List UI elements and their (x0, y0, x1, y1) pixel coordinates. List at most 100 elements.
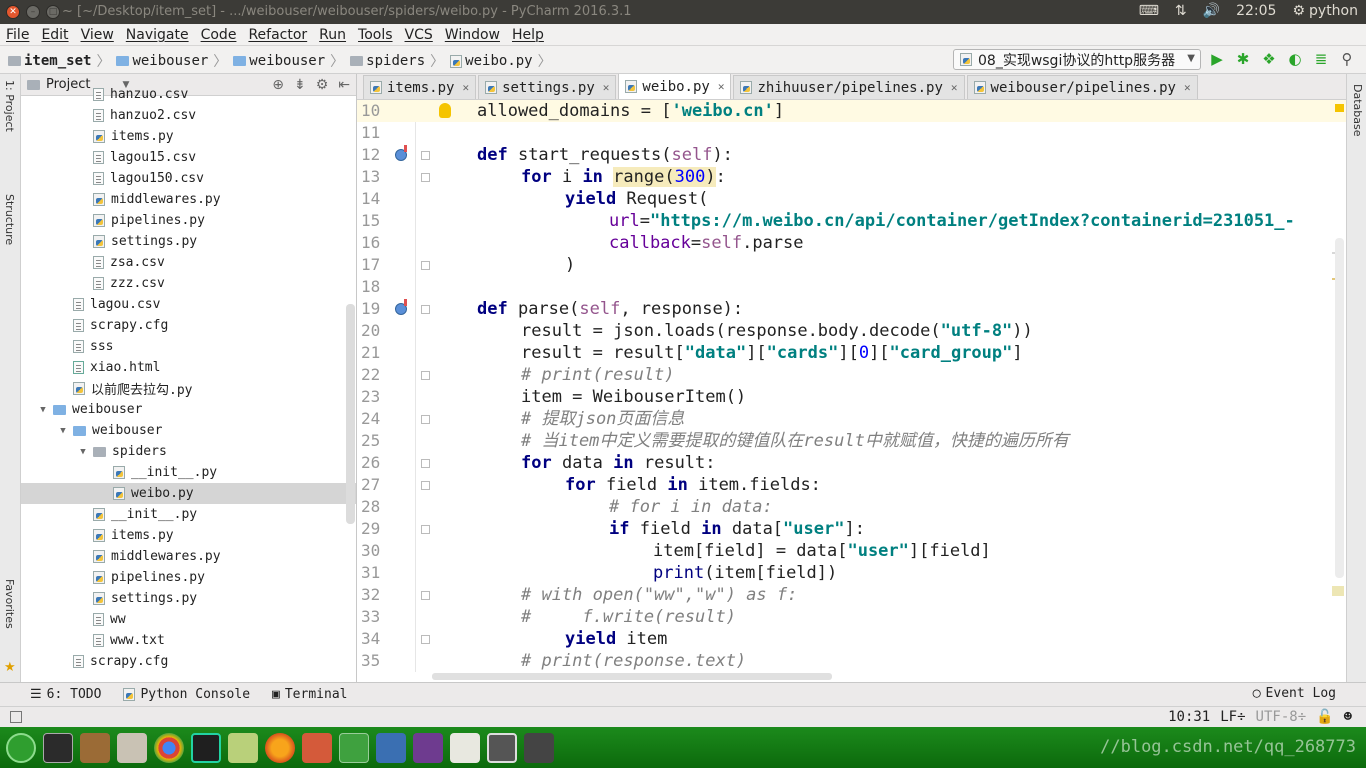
tree-item[interactable]: zsa.csv (21, 252, 356, 273)
tree-item[interactable]: __init__.py (21, 462, 356, 483)
menu-vcs[interactable]: VCS (405, 27, 433, 43)
pycharm-icon[interactable] (191, 732, 221, 763)
tree-item[interactable]: lagou15.csv (21, 147, 356, 168)
app-icon[interactable] (339, 732, 369, 763)
structure-tool-tab[interactable]: Structure (3, 194, 16, 245)
maximize-window-button[interactable]: □ (46, 5, 60, 19)
code-line[interactable]: 17) (357, 254, 1346, 276)
close-tab-icon[interactable]: ✕ (951, 81, 958, 94)
run-configuration-select[interactable]: 08_实现wsgi协议的http服务器 ▼ (953, 49, 1201, 70)
close-window-button[interactable]: ✕ (6, 5, 20, 19)
tree-item[interactable]: middlewares.py (21, 189, 356, 210)
tool-windows-toggle[interactable] (10, 711, 22, 723)
tree-item[interactable]: pipelines.py (21, 210, 356, 231)
app-icon[interactable] (413, 732, 443, 763)
code-line[interactable]: 30 item[field] = data["user"][field] (357, 540, 1346, 562)
intention-bulb-icon[interactable] (439, 103, 451, 118)
menu-code[interactable]: Code (201, 27, 237, 43)
tree-item[interactable]: ▼ weibouser (21, 420, 356, 441)
expand-toggle-icon[interactable]: ▼ (57, 426, 69, 436)
tree-item[interactable]: items.py (21, 126, 356, 147)
code-line[interactable]: 24 # 提取json页面信息 (357, 408, 1346, 430)
tree-item[interactable]: settings.py (21, 231, 356, 252)
warning-marker[interactable] (1335, 104, 1344, 112)
tree-item[interactable]: zzz.csv (21, 273, 356, 294)
editor-tab[interactable]: weibo.py ✕ (618, 74, 732, 99)
close-tab-icon[interactable]: ✕ (462, 81, 469, 94)
fold-marker-icon[interactable] (421, 635, 430, 644)
close-tab-icon[interactable]: ✕ (603, 81, 610, 94)
project-tool-tab[interactable]: 1: Project (3, 80, 16, 132)
run-icon[interactable]: ▶ (1208, 50, 1226, 68)
code-line[interactable]: 33 # f.write(result) (357, 606, 1346, 628)
fold-marker-icon[interactable] (421, 525, 430, 534)
event-log-button[interactable]: ◯ Event Log (1253, 686, 1336, 701)
tree-item[interactable]: items.py (21, 525, 356, 546)
minimize-window-button[interactable]: – (26, 5, 40, 19)
code-line[interactable]: 29 if field in data["user"]: (357, 518, 1346, 540)
menu-run[interactable]: Run (319, 27, 346, 43)
caret-position[interactable]: 10:31 (1168, 709, 1210, 725)
code-line[interactable]: 22 # print(result) (357, 364, 1346, 386)
session-name[interactable]: python (1309, 3, 1358, 19)
expand-toggle-icon[interactable]: ▼ (77, 447, 89, 457)
code-line[interactable]: 18 (357, 276, 1346, 298)
line-separator[interactable]: LF÷ (1220, 709, 1245, 725)
tree-item[interactable]: scrapy.cfg (21, 651, 356, 672)
text-editor-icon[interactable] (450, 732, 480, 763)
code-line[interactable]: 25 # 当item中定义需要提取的键值队在result中就赋值，快捷的遍历所有 (357, 430, 1346, 452)
code-line[interactable]: 15 url="https://m.weibo.cn/api/container/… (357, 210, 1346, 232)
fold-marker-icon[interactable] (421, 371, 430, 380)
file-encoding[interactable]: UTF-8÷ (1256, 709, 1307, 725)
tree-item[interactable]: 以前爬去拉勾.py (21, 378, 356, 399)
tree-item[interactable]: scrapy.cfg (21, 315, 356, 336)
fold-marker-icon[interactable] (421, 459, 430, 468)
system-menu-icon[interactable] (6, 732, 36, 763)
fold-marker-icon[interactable] (421, 305, 430, 314)
scroll-marker[interactable] (1332, 586, 1344, 596)
code-editor[interactable]: 10 allowed_domains = ['weibo.cn'] 11 12 def … (357, 100, 1346, 672)
tree-item[interactable]: ▼ spiders (21, 441, 356, 462)
tree-item[interactable]: settings.py (21, 588, 356, 609)
favorites-tool-tab[interactable]: Favorites (3, 579, 16, 629)
settings-gear-icon[interactable]: ⚙ (1292, 3, 1305, 19)
code-line[interactable]: 27 for field in item.fields: (357, 474, 1346, 496)
coverage-icon[interactable]: ❖ (1260, 50, 1278, 68)
tree-item[interactable]: hanzuo.csv (21, 84, 356, 105)
code-line[interactable]: 16 callback=self.parse (357, 232, 1346, 254)
fold-marker-icon[interactable] (421, 173, 430, 182)
code-line[interactable]: 21 result = result["data"]["cards"][0]["c… (357, 342, 1346, 364)
code-line[interactable]: 13 for i in range(300): (357, 166, 1346, 188)
file-manager-icon[interactable] (117, 732, 147, 763)
keyboard-icon[interactable]: ⌨ (1139, 3, 1159, 19)
python-console-button[interactable]: Python Console (123, 687, 250, 702)
app-icon[interactable] (228, 732, 258, 763)
project-scrollbar[interactable] (346, 304, 355, 524)
settings-app-icon[interactable] (302, 732, 332, 763)
tree-item[interactable]: middlewares.py (21, 546, 356, 567)
tree-item[interactable]: ▼ weibouser (21, 399, 356, 420)
override-method-icon[interactable] (395, 145, 407, 161)
menu-help[interactable]: Help (512, 27, 544, 43)
tree-item[interactable]: www.txt (21, 630, 356, 651)
search-icon[interactable]: ⚲ (1338, 50, 1356, 68)
tree-item[interactable]: lagou150.csv (21, 168, 356, 189)
tree-item[interactable]: weibo.py (21, 483, 356, 504)
clock[interactable]: 22:05 (1236, 3, 1276, 19)
code-line[interactable]: 31 print(item[field]) (357, 562, 1346, 584)
override-method-icon[interactable] (395, 299, 407, 315)
editor-vertical-scrollbar[interactable] (1335, 238, 1344, 578)
breadcrumb-item[interactable]: weibouser 〉 (116, 51, 231, 71)
inspector-icon[interactable]: ☻ (1344, 709, 1352, 725)
lock-icon[interactable]: 🔓 (1316, 709, 1333, 725)
code-line[interactable]: 11 (357, 122, 1346, 144)
editor-tab[interactable]: zhihuuser/pipelines.py ✕ (733, 75, 965, 99)
menu-refactor[interactable]: Refactor (248, 27, 307, 43)
database-tool-tab[interactable]: Database (1351, 84, 1364, 137)
tree-item[interactable]: pipelines.py (21, 567, 356, 588)
menu-file[interactable]: File (6, 27, 29, 43)
tree-item[interactable]: lagou.csv (21, 294, 356, 315)
editor-horizontal-scrollbar[interactable] (432, 673, 832, 680)
editor-tab[interactable]: items.py ✕ (363, 75, 477, 99)
close-tab-icon[interactable]: ✕ (718, 80, 725, 93)
